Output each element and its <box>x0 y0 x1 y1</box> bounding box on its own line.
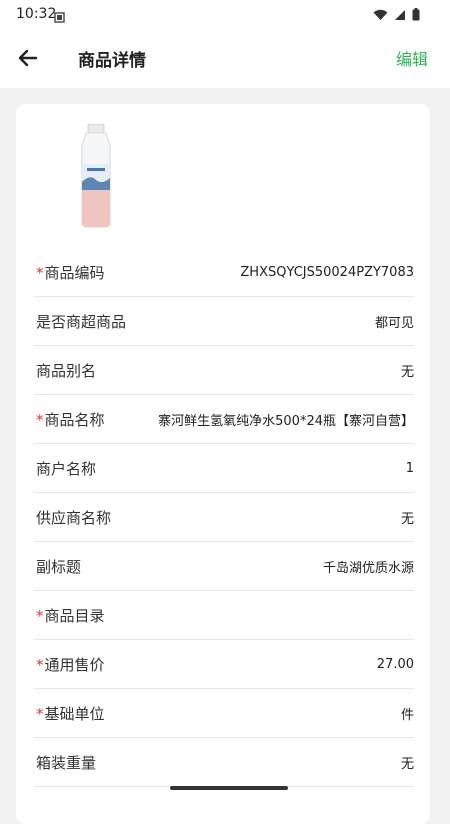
row-value: 千岛湖优质水源 <box>322 560 414 576</box>
signal-icon <box>394 6 406 25</box>
row-label-text: 基础单位 <box>44 704 105 723</box>
battery-icon <box>412 6 420 25</box>
row-label: 副标题 <box>34 556 81 577</box>
row-label-text: 商品名称 <box>44 410 105 429</box>
detail-row-price: *通用售价 27.00 <box>34 640 414 689</box>
detail-row-product-code: *商品编码 ZHXSQYCJS50024PZY7083 <box>34 248 414 297</box>
page-title: 商品详情 <box>78 51 146 71</box>
row-label: 供应商名称 <box>34 507 111 528</box>
row-label-text: 商品目录 <box>44 606 105 625</box>
row-label: 是否商超商品 <box>34 311 126 332</box>
row-value: 都可见 <box>374 315 414 331</box>
required-mark: * <box>36 704 44 723</box>
status-icons <box>373 6 420 25</box>
detail-row-unit: *基础单位 件 <box>34 689 414 738</box>
row-value: ZHXSQYCJS50024PZY7083 <box>240 264 414 280</box>
row-label: *通用售价 <box>34 654 105 675</box>
detail-row-subtitle: 副标题 千岛湖优质水源 <box>34 542 414 591</box>
wifi-icon <box>373 6 388 25</box>
row-label-text: 箱装重量 <box>36 753 97 772</box>
row-value: 无 <box>400 756 414 772</box>
status-bar: 10:32 <box>0 0 450 28</box>
edit-button[interactable]: 编辑 <box>396 46 428 70</box>
detail-row-supermarket: 是否商超商品 都可见 <box>34 297 414 346</box>
back-arrow-icon[interactable] <box>14 44 42 72</box>
row-label-text: 通用售价 <box>44 655 105 674</box>
row-label-text: 商品编码 <box>44 263 105 282</box>
required-mark: * <box>36 410 44 429</box>
row-label: *商品名称 <box>34 409 105 430</box>
row-value: 寨河鲜生氢氧纯净水500*24瓶【寨河自营】 <box>158 413 414 429</box>
detail-row-supplier: 供应商名称 无 <box>34 493 414 542</box>
product-detail-card: *商品编码 ZHXSQYCJS50024PZY7083 是否商超商品 都可见 商… <box>16 104 430 824</box>
row-label: *商品目录 <box>34 605 105 626</box>
row-value: 27.00 <box>376 656 414 672</box>
notification-icon <box>54 8 65 27</box>
row-label-text: 供应商名称 <box>36 508 112 527</box>
product-image[interactable] <box>64 123 128 228</box>
detail-row-merchant: 商户名称 1 <box>34 444 414 493</box>
row-label: 箱装重量 <box>34 752 96 773</box>
row-label: 商品别名 <box>34 360 96 381</box>
row-label-text: 是否商超商品 <box>36 312 127 331</box>
row-label-text: 商品别名 <box>36 361 97 380</box>
home-indicator[interactable] <box>170 786 288 790</box>
detail-row-box-weight: 箱装重量 无 <box>34 738 414 787</box>
row-label: *基础单位 <box>34 703 105 724</box>
row-label: 商户名称 <box>34 458 96 479</box>
row-value: 件 <box>400 707 414 723</box>
row-label-text: 商户名称 <box>36 459 97 478</box>
detail-row-product-name: *商品名称 寨河鲜生氢氧纯净水500*24瓶【寨河自营】 <box>34 395 414 444</box>
row-value: 无 <box>400 364 414 380</box>
status-time: 10:32 <box>16 6 57 22</box>
detail-row-alias: 商品别名 无 <box>34 346 414 395</box>
row-value: 1 <box>405 460 414 476</box>
required-mark: * <box>36 263 44 282</box>
detail-row-catalog: *商品目录 <box>34 591 414 640</box>
detail-list: *商品编码 ZHXSQYCJS50024PZY7083 是否商超商品 都可见 商… <box>34 248 414 787</box>
required-mark: * <box>36 655 44 674</box>
app-bar: 商品详情 编辑 <box>0 28 450 88</box>
row-label-text: 副标题 <box>36 557 82 576</box>
row-label: *商品编码 <box>34 262 105 283</box>
row-value: 无 <box>400 511 414 527</box>
required-mark: * <box>36 606 44 625</box>
